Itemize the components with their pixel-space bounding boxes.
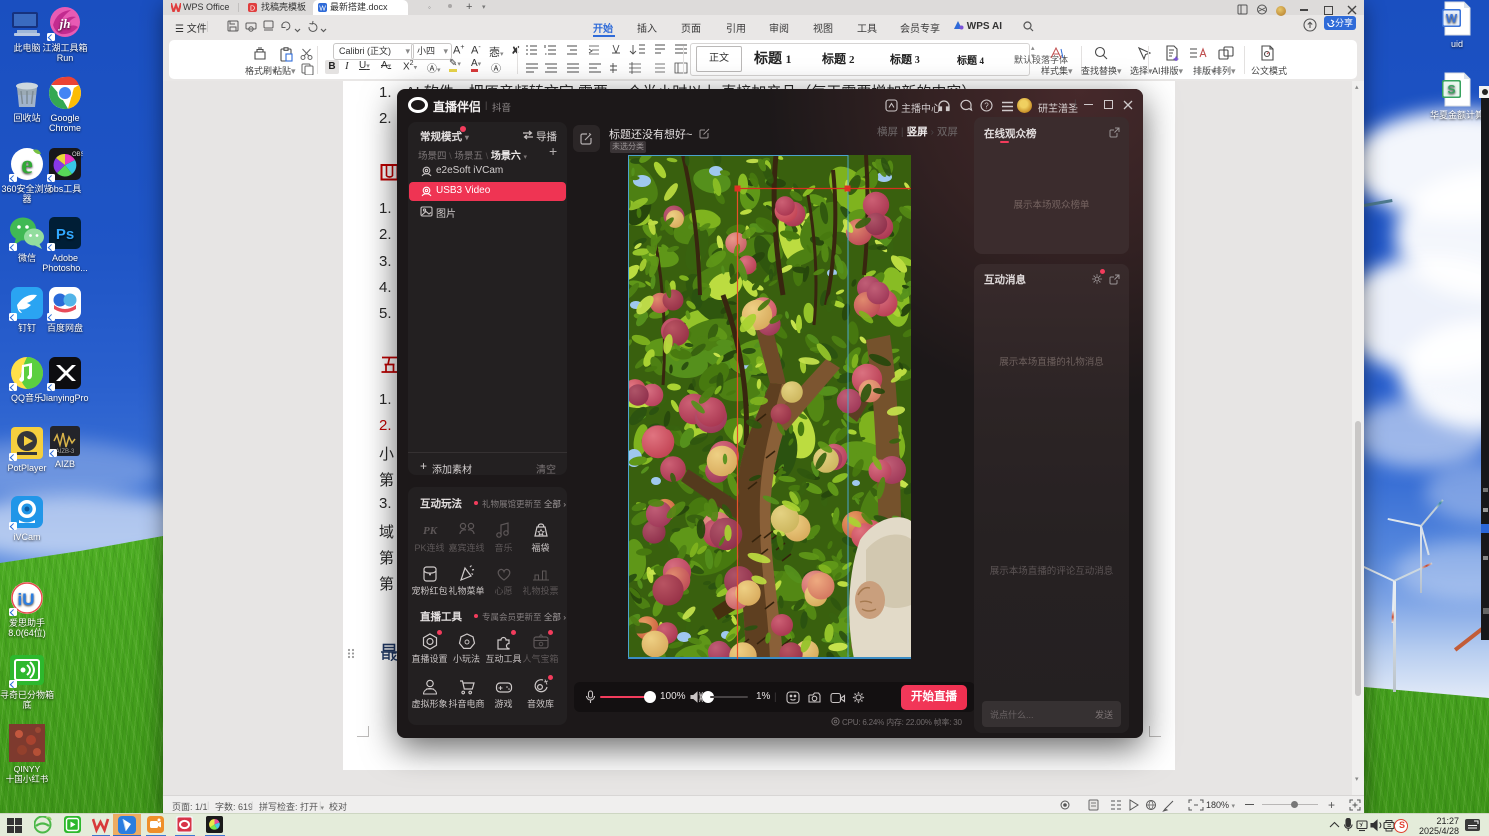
svg-text:iU: iU (18, 590, 35, 609)
svg-text:PK: PK (422, 525, 437, 537)
svg-text:W: W (319, 6, 326, 13)
svg-text:W: W (1446, 12, 1458, 26)
svg-text:AIZB-3: AIZB-3 (56, 449, 75, 455)
svg-text:OBS: OBS (72, 152, 83, 158)
svg-text:S: S (1447, 83, 1455, 97)
svg-text:Ps: Ps (56, 226, 74, 243)
svg-text:e: e (21, 150, 33, 179)
svg-text:D: D (250, 6, 255, 13)
svg-text:?: ? (984, 102, 989, 111)
svg-text:jh: jh (58, 16, 71, 31)
